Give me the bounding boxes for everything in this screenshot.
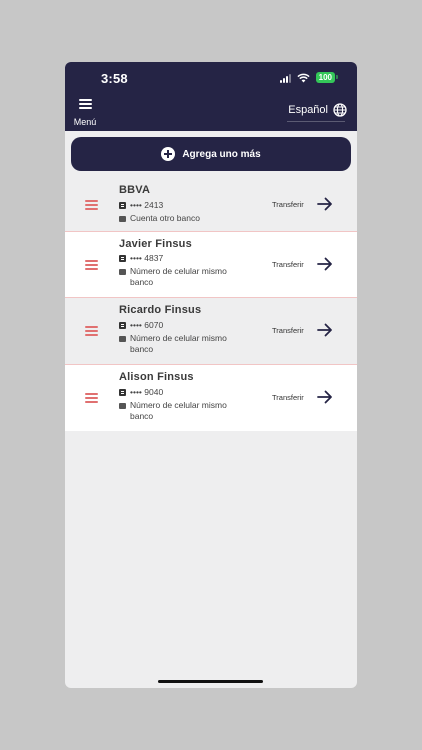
arrow-right-icon[interactable]	[317, 390, 333, 404]
cellular-signal-icon	[279, 73, 291, 83]
drag-handle-icon[interactable]	[85, 200, 98, 210]
account-line: •••• 4837	[119, 253, 250, 264]
arrow-right-icon[interactable]	[317, 323, 333, 337]
account-number: •••• 4837	[130, 253, 164, 263]
card-icon	[119, 202, 126, 209]
type-line: Número de celular mismo banco	[119, 400, 250, 422]
contact-name: BBVA	[119, 184, 151, 196]
bank-icon	[119, 336, 126, 342]
contact-list: BBVA •••• 2413 Cuenta otro banco Transfe…	[65, 178, 357, 431]
account-number: •••• 6070	[130, 320, 164, 330]
add-contact-button[interactable]: Agrega uno más	[71, 137, 351, 171]
transfer-link[interactable]: Transferir	[272, 260, 304, 269]
type-line: Número de celular mismo banco	[119, 266, 250, 288]
account-type: Número de celular mismo banco	[130, 400, 227, 421]
contact-row[interactable]: Javier Finsus •••• 4837 Número de celula…	[65, 232, 357, 298]
contact-name: Javier Finsus	[119, 238, 192, 250]
bank-icon	[119, 216, 126, 222]
bank-icon	[119, 269, 126, 275]
status-time: 3:58	[101, 71, 128, 86]
drag-handle-icon[interactable]	[85, 393, 98, 403]
menu-label: Menú	[73, 117, 97, 127]
drag-handle-icon[interactable]	[85, 326, 98, 336]
top-bar: 3:58 100 Menú Español	[65, 62, 357, 131]
account-type: Cuenta otro banco	[130, 213, 200, 223]
battery-icon: 100	[315, 72, 339, 83]
account-type: Número de celular mismo banco	[130, 333, 227, 354]
wifi-icon	[297, 73, 310, 82]
card-icon	[119, 255, 126, 262]
arrow-right-icon[interactable]	[317, 197, 333, 211]
language-label: Español	[288, 104, 328, 116]
contact-name: Ricardo Finsus	[119, 304, 202, 316]
plus-circle-icon	[161, 147, 176, 161]
card-icon	[119, 322, 126, 329]
status-icons: 100	[279, 72, 339, 83]
bank-icon	[119, 403, 126, 409]
menu-button[interactable]: Menú	[71, 99, 99, 130]
account-type: Número de celular mismo banco	[130, 266, 227, 287]
contact-row[interactable]: Alison Finsus •••• 9040 Número de celula…	[65, 365, 357, 431]
globe-icon	[333, 103, 347, 117]
home-indicator[interactable]	[158, 680, 263, 683]
transfer-link[interactable]: Transferir	[272, 393, 304, 402]
type-line: Cuenta otro banco	[119, 213, 250, 224]
arrow-right-icon[interactable]	[317, 257, 333, 271]
language-selector[interactable]: Español	[288, 103, 347, 117]
contact-row[interactable]: BBVA •••• 2413 Cuenta otro banco Transfe…	[65, 178, 357, 232]
type-line: Número de celular mismo banco	[119, 333, 250, 355]
transfer-link[interactable]: Transferir	[272, 200, 304, 209]
account-line: •••• 2413	[119, 200, 250, 211]
account-number: •••• 9040	[130, 387, 164, 397]
contact-row[interactable]: Ricardo Finsus •••• 6070 Número de celul…	[65, 298, 357, 365]
account-number: •••• 2413	[130, 200, 164, 210]
contact-name: Alison Finsus	[119, 371, 194, 383]
add-contact-label: Agrega uno más	[182, 148, 261, 160]
drag-handle-icon[interactable]	[85, 260, 98, 270]
hamburger-icon	[78, 99, 92, 109]
account-line: •••• 9040	[119, 387, 250, 398]
language-underline	[287, 121, 345, 122]
card-icon	[119, 389, 126, 396]
transfer-link[interactable]: Transferir	[272, 326, 304, 335]
account-line: •••• 6070	[119, 320, 250, 331]
app-screen: 3:58 100 Menú Español Agrega uno más BBV…	[65, 62, 357, 688]
